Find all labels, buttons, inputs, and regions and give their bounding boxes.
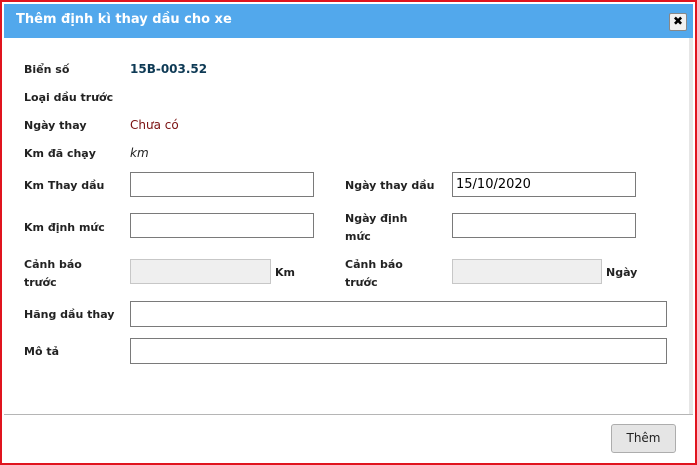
date-quota-label-line1: Ngày định	[345, 212, 408, 225]
previous-oil-type-label: Loại dầu trước	[24, 91, 114, 104]
date-quota-label-line2: mức	[345, 230, 371, 243]
km-run-value: km	[130, 146, 149, 160]
change-date-label: Ngày thay	[24, 119, 87, 132]
change-date-value: Chưa có	[130, 118, 179, 132]
add-button[interactable]: Thêm	[611, 424, 676, 453]
plate-value: 15B-003.52	[130, 62, 208, 76]
scrollbar[interactable]	[689, 38, 693, 414]
date-quota-label: Ngày định mức	[345, 210, 407, 246]
description-input[interactable]	[130, 338, 667, 364]
dialog-title: Thêm định kì thay dầu cho xe	[16, 12, 232, 27]
date-warning-label-line1: Cảnh báo	[345, 258, 403, 271]
km-quota-label: Km định mức	[24, 221, 105, 234]
add-oil-change-dialog: Thêm định kì thay dầu cho xe ✖ Biển số 1…	[0, 0, 697, 465]
km-warning-label-line2: trước	[24, 276, 57, 289]
dialog-titlebar: Thêm định kì thay dầu cho xe ✖	[4, 4, 693, 38]
close-icon[interactable]: ✖	[669, 13, 687, 31]
plate-label: Biển số	[24, 63, 70, 76]
oil-brand-label: Hãng dầu thay	[24, 308, 115, 321]
date-warning-label-line2: trước	[345, 276, 378, 289]
km-warning-unit: Km	[275, 266, 295, 279]
date-warning-unit: Ngày	[606, 266, 638, 279]
oil-brand-input[interactable]	[130, 301, 667, 327]
km-oil-change-label: Km Thay dầu	[24, 179, 105, 192]
oil-change-date-input[interactable]	[452, 172, 636, 197]
km-quota-input[interactable]	[130, 213, 314, 238]
km-warning-label: Cảnh báo trước	[24, 256, 82, 292]
km-warning-label-line1: Cảnh báo	[24, 258, 82, 271]
date-warning-input	[452, 259, 602, 284]
description-label: Mô tả	[24, 345, 60, 358]
km-run-label: Km đã chạy	[24, 147, 96, 160]
date-quota-input[interactable]	[452, 213, 636, 238]
oil-change-date-label: Ngày thay dầu	[345, 179, 435, 192]
date-warning-label: Cảnh báo trước	[345, 256, 403, 292]
footer-divider	[4, 414, 693, 415]
km-warning-input	[130, 259, 271, 284]
km-oil-change-input[interactable]	[130, 172, 314, 197]
